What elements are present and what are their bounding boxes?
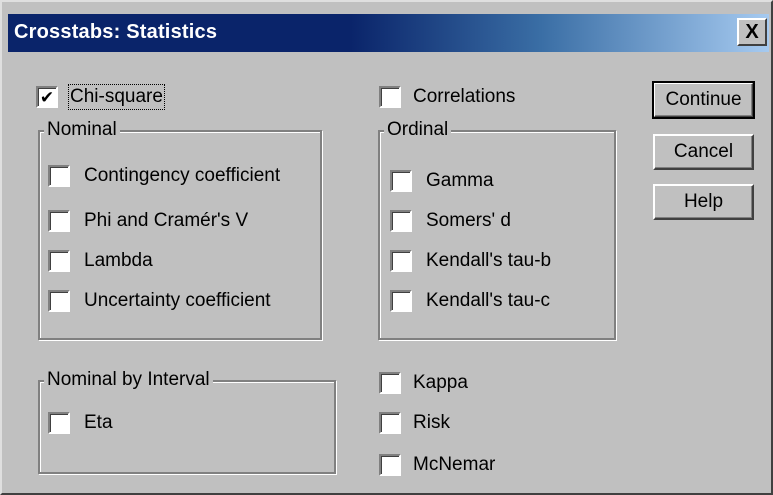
mcnemar-label[interactable]: McNemar [413,454,495,476]
contingency-coefficient-label[interactable]: Contingency coefficient [84,165,280,187]
contingency-coefficient-checkbox[interactable] [48,165,70,187]
uncertainty-coefficient-checkbox[interactable] [48,290,70,312]
risk-checkbox[interactable] [379,412,401,434]
window-title: Crosstabs: Statistics [14,21,218,43]
gamma-checkbox[interactable] [390,170,412,192]
check-icon: ✔ [39,87,55,107]
nominal-by-interval-group: Nominal by Interval [38,368,336,474]
chi-square-label[interactable]: Chi-square [68,84,165,110]
somers-d-checkbox[interactable] [390,210,412,232]
nominal-group-title: Nominal [44,118,120,142]
lambda-checkbox[interactable] [48,250,70,272]
title-bar[interactable]: Crosstabs: Statistics X [8,14,769,52]
kendalls-tau-c-label[interactable]: Kendall's tau-c [426,290,550,312]
cancel-button[interactable]: Cancel [653,134,754,170]
uncertainty-coefficient-label[interactable]: Uncertainty coefficient [84,290,271,312]
close-button[interactable]: X [737,18,767,46]
kendalls-tau-b-checkbox[interactable] [390,250,412,272]
crosstabs-statistics-dialog: Crosstabs: Statistics X ✔ Chi-square Cor… [0,0,773,495]
mcnemar-checkbox[interactable] [379,454,401,476]
ordinal-group-title: Ordinal [384,118,452,142]
kendalls-tau-c-checkbox[interactable] [390,290,412,312]
eta-checkbox[interactable] [48,412,70,434]
chi-square-checkbox[interactable]: ✔ [36,86,58,108]
continue-button[interactable]: Continue [652,81,755,119]
correlations-checkbox[interactable] [379,86,401,108]
gamma-label[interactable]: Gamma [426,170,494,192]
kappa-checkbox[interactable] [379,372,401,394]
correlations-label[interactable]: Correlations [413,86,515,108]
eta-label[interactable]: Eta [84,412,113,434]
close-icon: X [745,21,759,43]
nominal-by-interval-group-title: Nominal by Interval [44,368,213,392]
risk-label[interactable]: Risk [413,412,450,434]
kappa-label[interactable]: Kappa [413,372,468,394]
kendalls-tau-b-label[interactable]: Kendall's tau-b [426,250,551,272]
help-button[interactable]: Help [653,184,754,220]
phi-cramers-v-checkbox[interactable] [48,210,70,232]
lambda-label[interactable]: Lambda [84,250,153,272]
phi-cramers-v-label[interactable]: Phi and Cramér's V [84,210,248,232]
somers-d-label[interactable]: Somers' d [426,210,511,232]
